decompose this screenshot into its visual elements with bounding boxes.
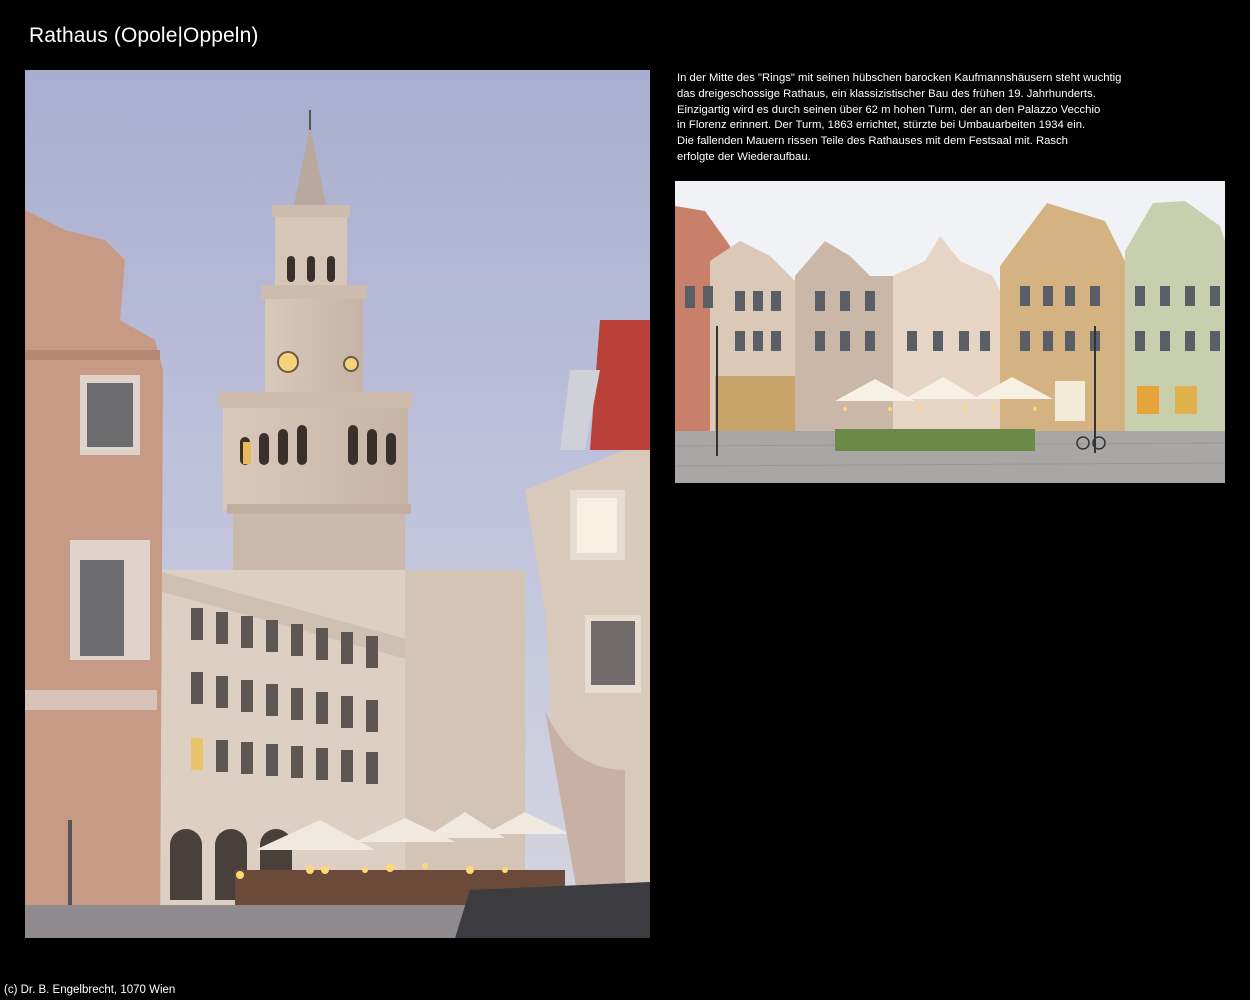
- description-line: In der Mitte des "Rings" mit seinen hübs…: [677, 72, 1122, 84]
- page-title: Rathaus (Opole|Oppeln): [29, 24, 259, 47]
- description-line: Die fallenden Mauern rissen Teile des Ra…: [677, 135, 1068, 148]
- main-photo-town-hall[interactable]: [25, 70, 650, 938]
- town-hall-illustration: [25, 70, 650, 938]
- description-line: Einzigartig wird es durch seinen über 62…: [677, 103, 1101, 116]
- description-line: in Florenz erinnert. Der Turm, 1863 erri…: [677, 119, 1086, 132]
- market-square-illustration: [675, 181, 1225, 483]
- description-text: In der Mitte des "Rings" mit seinen hübs…: [677, 71, 1197, 166]
- description-line: das dreigeschossige Rathaus, ein klassiz…: [677, 87, 1096, 100]
- description-line: erfolgte der Wiederaufbau.: [677, 150, 811, 163]
- copyright-footer: (c) Dr. B. Engelbrecht, 1070 Wien: [4, 984, 176, 996]
- side-photo-market-square[interactable]: [675, 181, 1225, 483]
